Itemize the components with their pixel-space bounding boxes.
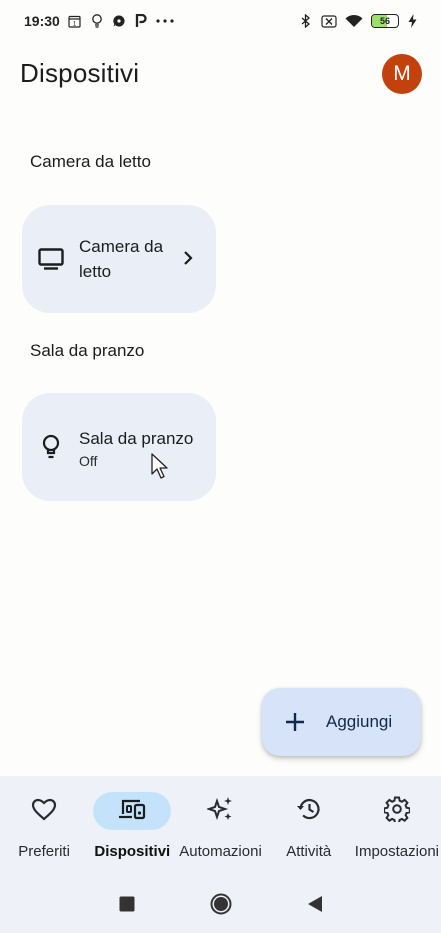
section-title-camera: Camera da letto <box>30 152 151 171</box>
devices-icon <box>118 798 146 825</box>
heart-icon <box>31 797 57 826</box>
bulb-icon <box>90 14 104 28</box>
gear-icon <box>383 796 411 827</box>
plus-icon <box>284 711 306 733</box>
device-card-camera-da-letto[interactable]: Camera da letto <box>22 205 216 313</box>
bottom-nav: Preferiti Dispositivi Automazioni Attivi… <box>0 776 441 874</box>
wifi-icon <box>345 14 363 28</box>
home-button[interactable] <box>209 892 233 916</box>
sim-off-icon <box>321 14 337 28</box>
avatar-initial: M <box>393 62 411 85</box>
nav-label: Attività <box>286 843 332 860</box>
device-name: Camera da letto <box>79 237 164 281</box>
nav-pill <box>270 792 348 830</box>
device-status: Off <box>79 452 98 469</box>
status-bar: 19:30 1 56 <box>0 0 441 42</box>
nav-item-preferiti[interactable]: Preferiti <box>0 776 88 874</box>
nav-label: Dispositivi <box>94 843 171 860</box>
sparkle-icon <box>205 795 235 828</box>
mouse-pointer-icon <box>150 452 170 480</box>
system-nav-bar <box>0 874 441 933</box>
section-title-sala: Sala da pranzo <box>30 341 145 360</box>
tv-icon <box>38 246 64 272</box>
add-device-label: Aggiungi <box>326 712 393 731</box>
battery-level: 56 <box>379 16 390 26</box>
back-button[interactable] <box>303 892 327 916</box>
nav-label: Impostazioni <box>354 843 440 860</box>
battery-icon: 56 <box>371 14 399 28</box>
history-icon <box>296 797 322 826</box>
chat-icon <box>112 14 126 28</box>
recents-button[interactable] <box>115 892 139 916</box>
charging-icon <box>407 14 417 28</box>
nav-label: Preferiti <box>18 843 70 860</box>
nav-pill <box>93 792 172 830</box>
page-title: Dispositivi <box>20 58 140 88</box>
device-card-sala-da-pranzo[interactable]: Sala da pranzo Off <box>22 393 216 501</box>
chevron-right-icon <box>182 249 194 267</box>
calendar-icon: 1 <box>68 14 82 28</box>
nav-pill <box>358 792 436 830</box>
nav-pill <box>182 792 260 830</box>
nav-label: Automazioni <box>179 843 262 860</box>
bluetooth-icon <box>299 14 313 28</box>
nav-pill <box>5 792 83 830</box>
nav-item-attivita[interactable]: Attività <box>265 776 353 874</box>
more-dots-icon <box>156 14 174 28</box>
nav-item-automazioni[interactable]: Automazioni <box>176 776 264 874</box>
avatar[interactable]: M <box>382 54 422 94</box>
device-name: Sala da pranzo <box>79 428 194 448</box>
status-time: 19:30 <box>24 13 60 29</box>
p-icon <box>134 14 148 28</box>
bulb-icon <box>38 434 64 460</box>
nav-item-impostazioni[interactable]: Impostazioni <box>353 776 441 874</box>
nav-item-dispositivi[interactable]: Dispositivi <box>88 776 176 874</box>
add-device-button[interactable]: Aggiungi <box>262 688 421 756</box>
